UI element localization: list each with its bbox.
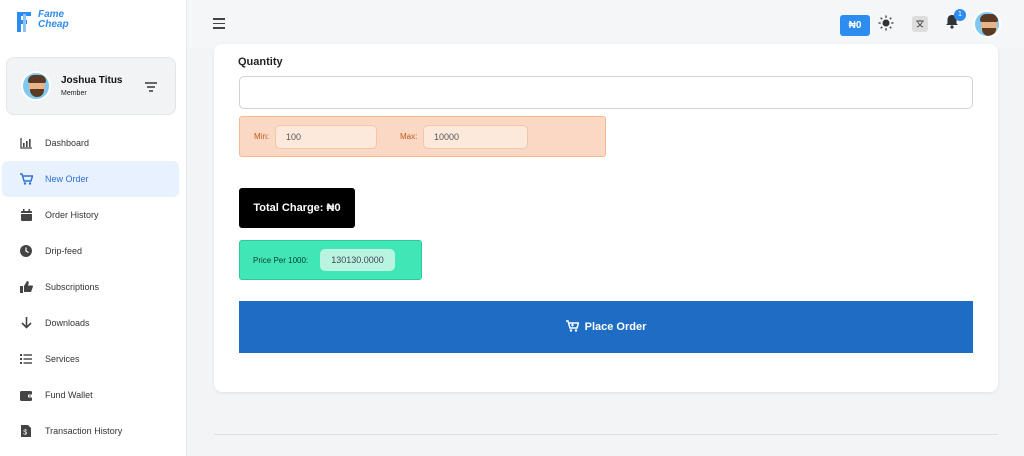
sidebar-item-label: Subscriptions — [45, 282, 100, 292]
sidebar-item-new-order[interactable]: New Order — [2, 161, 179, 197]
min-label: Min: — [254, 132, 270, 141]
brand-logo-icon — [17, 12, 31, 32]
footer-divider — [214, 434, 998, 435]
cart-icon — [19, 172, 33, 186]
quantity-input[interactable] — [239, 76, 973, 109]
bar-chart-icon — [19, 136, 33, 150]
sidebar-item-transaction-history[interactable]: $ Transaction History — [2, 413, 179, 449]
sidebar-item-label: Dashboard — [45, 138, 90, 148]
sidebar-item-dashboard[interactable]: Dashboard — [2, 125, 179, 161]
topbar: ₦0 1 — [187, 0, 1024, 48]
price-label: Price Per 1000: — [253, 256, 309, 265]
sidebar-nav: Dashboard New Order Order History Drip-f… — [0, 125, 187, 449]
sidebar-item-label: New Order — [45, 174, 89, 184]
sidebar-item-label: Downloads — [45, 318, 90, 328]
max-value: 10000 — [423, 125, 528, 149]
min-max-panel: Min: 100 Max: 10000 — [239, 116, 606, 157]
avatar[interactable] — [21, 71, 51, 101]
profile-name: Joshua Titus — [61, 75, 123, 86]
thumbs-up-icon — [19, 280, 33, 294]
brand-line-2: Cheap — [38, 19, 69, 30]
total-charge: Total Charge: ₦0 — [239, 188, 355, 228]
menu-icon[interactable] — [213, 18, 225, 32]
sidebar: Fame Cheap Joshua Titus Member Dashboard… — [0, 0, 187, 456]
sidebar-item-services[interactable]: Services — [2, 341, 179, 377]
quantity-label: Quantity — [238, 56, 283, 68]
brand-logo[interactable]: Fame Cheap — [16, 10, 69, 34]
place-order-label: Place Order — [584, 321, 647, 333]
wallet-balance-badge[interactable]: ₦0 — [840, 15, 870, 36]
sidebar-item-label: Order History — [45, 210, 99, 220]
sidebar-item-fund-wallet[interactable]: Fund Wallet — [2, 377, 179, 413]
sidebar-item-drip-feed[interactable]: Drip-feed — [2, 233, 179, 269]
sidebar-item-downloads[interactable]: Downloads — [2, 305, 179, 341]
sidebar-item-label: Fund Wallet — [45, 390, 93, 400]
receipt-icon: $ — [19, 424, 33, 438]
wallet-icon — [19, 388, 33, 402]
theme-toggle-icon[interactable] — [877, 15, 895, 33]
sidebar-item-label: Drip-feed — [45, 246, 83, 256]
sidebar-item-label: Transaction History — [45, 426, 123, 436]
list-icon — [19, 352, 33, 366]
sidebar-item-order-history[interactable]: Order History — [2, 197, 179, 233]
filter-icon[interactable] — [145, 82, 157, 94]
sidebar-item-subscriptions[interactable]: Subscriptions — [2, 269, 179, 305]
profile-card: Joshua Titus Member — [6, 57, 176, 115]
price-per-1000-panel: Price Per 1000: 130130.0000 — [239, 240, 422, 280]
cart-icon — [565, 319, 580, 335]
language-icon[interactable] — [912, 16, 928, 32]
user-avatar[interactable] — [973, 10, 1001, 38]
notification-count-badge: 1 — [954, 9, 966, 21]
sidebar-item-label: Services — [45, 354, 80, 364]
min-value: 100 — [275, 125, 377, 149]
clock-icon — [19, 244, 33, 258]
place-order-button[interactable]: Place Order — [239, 301, 973, 353]
svg-text:$: $ — [23, 430, 27, 437]
new-order-card: Quantity Min: 100 Max: 10000 Total Charg… — [214, 44, 998, 392]
price-value: 130130.0000 — [320, 249, 395, 271]
calendar-icon — [19, 208, 33, 222]
max-label: Max: — [400, 132, 418, 141]
arrow-down-icon — [19, 316, 33, 330]
profile-role: Member — [61, 90, 87, 97]
